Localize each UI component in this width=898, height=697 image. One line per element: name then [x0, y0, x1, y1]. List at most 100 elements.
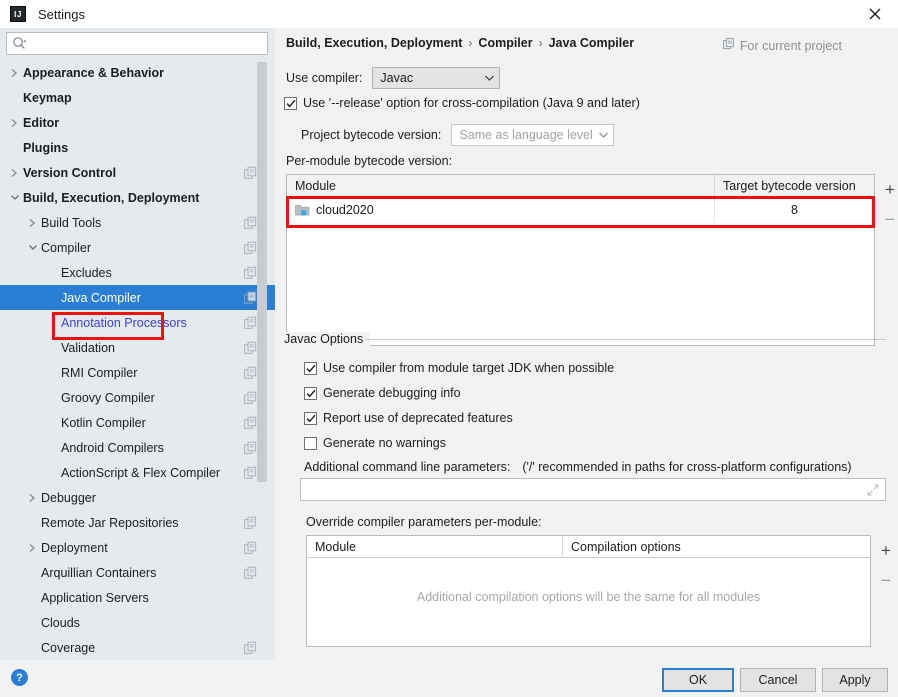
cancel-button[interactable]: Cancel: [740, 668, 816, 692]
remove-module-button[interactable]: −: [878, 208, 898, 230]
for-current-project-indicator: For current project: [722, 38, 842, 53]
release-option-checkbox[interactable]: [284, 96, 297, 110]
additional-params-input[interactable]: [300, 478, 886, 501]
sidebar-item-groovy-compiler[interactable]: Groovy Compiler: [0, 385, 275, 410]
report-deprecated-checkbox[interactable]: [304, 411, 317, 425]
javac-options-group-title: Javac Options: [284, 332, 371, 346]
sidebar-item-validation[interactable]: Validation: [0, 335, 275, 360]
sidebar-item-label: Appearance & Behavior: [23, 65, 165, 80]
sidebar-item-label: Debugger: [41, 490, 96, 505]
project-config-icon: [244, 516, 257, 529]
report-deprecated-row[interactable]: Report use of deprecated features: [304, 411, 513, 425]
use-module-jdk-row[interactable]: Use compiler from module target JDK when…: [304, 361, 614, 375]
help-button[interactable]: ?: [11, 669, 28, 686]
module-cell: cloud2020: [287, 197, 714, 222]
add-module-button[interactable]: +: [878, 178, 898, 200]
sidebar-item-java-compiler[interactable]: Java Compiler: [0, 285, 275, 310]
use-compiler-dropdown[interactable]: Javac: [372, 67, 501, 89]
table-row[interactable]: cloud2020 8: [287, 197, 874, 222]
use-module-jdk-checkbox[interactable]: [304, 361, 317, 375]
sidebar-item-build-tools[interactable]: Build Tools: [0, 210, 275, 235]
sidebar-item-label: Android Compilers: [61, 440, 164, 455]
sidebar-item-annotation-processors[interactable]: Annotation Processors: [0, 310, 275, 335]
sidebar-item-compiler[interactable]: Compiler: [0, 235, 275, 260]
release-option-label: Use '--release' option for cross-compila…: [303, 96, 640, 110]
module-table-col-module[interactable]: Module: [287, 175, 714, 197]
sidebar-item-application-servers[interactable]: Application Servers: [0, 585, 275, 610]
sidebar-item-label: Clouds: [41, 615, 80, 630]
sidebar-item-label: Java Compiler: [61, 290, 141, 305]
override-table-col-module[interactable]: Module: [307, 536, 562, 558]
override-table-buttons: + −: [872, 537, 898, 591]
project-config-icon: [244, 266, 257, 279]
sidebar-item-label: Build Tools: [41, 215, 102, 230]
release-option-row[interactable]: Use '--release' option for cross-compila…: [284, 96, 640, 110]
remove-override-button[interactable]: −: [874, 569, 898, 591]
generate-no-warnings-checkbox[interactable]: [304, 436, 317, 450]
add-override-button[interactable]: +: [874, 539, 898, 561]
search-field[interactable]: [6, 32, 268, 55]
report-deprecated-label: Report use of deprecated features: [323, 411, 513, 425]
additional-params-label: Additional command line parameters:: [304, 460, 511, 474]
project-config-icon: [244, 391, 257, 404]
project-bytecode-label: Project bytecode version:: [301, 128, 442, 142]
sidebar-item-editor[interactable]: Editor: [0, 110, 275, 135]
additional-params-label-row: Additional command line parameters: ('/'…: [304, 460, 852, 474]
module-table-col-target[interactable]: Target bytecode version: [714, 174, 874, 197]
sidebar-item-label: Plugins: [23, 140, 69, 155]
sidebar-scrollbar-thumb[interactable]: [257, 62, 267, 482]
use-compiler-label: Use compiler:: [286, 71, 363, 85]
sidebar-item-plugins[interactable]: Plugins: [0, 135, 275, 160]
sidebar-item-remote-jar-repositories[interactable]: Remote Jar Repositories: [0, 510, 275, 535]
chevron-right-icon[interactable]: [8, 68, 21, 78]
sidebar-item-actionscript-flex-compiler[interactable]: ActionScript & Flex Compiler: [0, 460, 275, 485]
close-icon[interactable]: [852, 0, 898, 28]
override-table-body: Additional compilation options will be t…: [307, 558, 870, 646]
chevron-right-icon[interactable]: [26, 543, 39, 553]
apply-button[interactable]: Apply: [822, 668, 888, 692]
use-compiler-value: Javac: [380, 71, 414, 85]
use-module-jdk-label: Use compiler from module target JDK when…: [323, 361, 615, 375]
sidebar-item-android-compilers[interactable]: Android Compilers: [0, 435, 275, 460]
target-bytecode-cell[interactable]: 8: [714, 197, 874, 222]
sidebar-item-deployment[interactable]: Deployment: [0, 535, 275, 560]
expand-icon[interactable]: [867, 483, 879, 496]
sidebar-item-kotlin-compiler[interactable]: Kotlin Compiler: [0, 410, 275, 435]
search-input[interactable]: [27, 34, 267, 53]
sidebar-item-debugger[interactable]: Debugger: [0, 485, 275, 510]
sidebar-item-excludes[interactable]: Excludes: [0, 260, 275, 285]
sidebar-item-keymap[interactable]: Keymap: [0, 85, 275, 110]
sidebar-item-appearance-behavior[interactable]: Appearance & Behavior: [0, 60, 275, 85]
generate-no-warnings-label: Generate no warnings: [323, 436, 446, 450]
use-compiler-row: Use compiler: Javac: [286, 67, 501, 89]
sidebar-item-coverage[interactable]: Coverage: [0, 635, 275, 660]
generate-no-warnings-row[interactable]: Generate no warnings: [304, 436, 446, 450]
intellij-logo-icon: IJ: [10, 6, 26, 22]
project-config-icon: [244, 216, 257, 229]
project-bytecode-dropdown[interactable]: Same as language level: [451, 124, 615, 146]
sidebar-item-version-control[interactable]: Version Control: [0, 160, 275, 185]
chevron-right-icon[interactable]: [8, 118, 21, 128]
sidebar-item-arquillian-containers[interactable]: Arquillian Containers: [0, 560, 275, 585]
breadcrumb-part-2[interactable]: Compiler: [478, 36, 532, 50]
ok-button[interactable]: OK: [662, 668, 734, 692]
breadcrumb-part-3: Java Compiler: [548, 36, 635, 50]
chevron-right-icon[interactable]: [26, 218, 39, 228]
sidebar-item-clouds[interactable]: Clouds: [0, 610, 275, 635]
chevron-right-icon[interactable]: [26, 493, 39, 503]
sidebar-item-label: Annotation Processors: [61, 315, 187, 330]
override-table-col-options[interactable]: Compilation options: [562, 535, 870, 558]
breadcrumb-part-1[interactable]: Build, Execution, Deployment: [286, 36, 462, 50]
additional-params-hint: ('/' recommended in paths for cross-plat…: [522, 460, 852, 474]
sidebar-item-build-execution-deployment[interactable]: Build, Execution, Deployment: [0, 185, 275, 210]
project-config-icon: [244, 566, 257, 579]
project-config-icon: [244, 366, 257, 379]
sidebar-item-rmi-compiler[interactable]: RMI Compiler: [0, 360, 275, 385]
sidebar-item-label: Excludes: [61, 265, 112, 280]
project-config-icon: [244, 441, 257, 454]
chevron-down-icon[interactable]: [26, 243, 39, 252]
generate-debugging-info-checkbox[interactable]: [304, 386, 317, 400]
generate-debugging-info-row[interactable]: Generate debugging info: [304, 386, 461, 400]
chevron-right-icon[interactable]: [8, 168, 21, 178]
chevron-down-icon[interactable]: [8, 193, 21, 202]
